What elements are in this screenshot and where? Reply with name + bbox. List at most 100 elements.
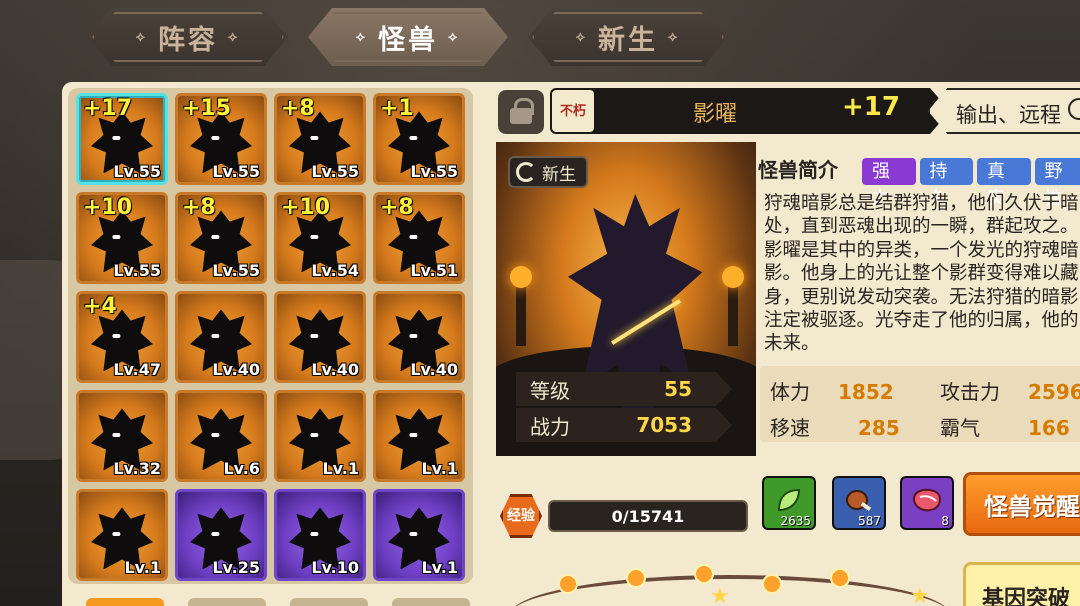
card-plus-level: +8 [380,195,414,220]
card-plus-level: +8 [281,96,315,121]
item-leaf[interactable]: 2635 [762,476,816,530]
item-meat[interactable]: 587 [832,476,886,530]
leaf-icon [777,488,801,512]
stat-value: 55 [664,377,692,401]
monster-card[interactable]: Lv.40 [274,291,366,383]
torch-icon [510,266,532,346]
tab-reborn[interactable]: ⟡ 新生 ⟡ [528,8,728,66]
attr-label: 移速 [770,416,810,440]
card-level: Lv.55 [113,162,161,181]
card-level: Lv.1 [322,459,359,478]
trait-tag[interactable]: 持久 [919,158,973,209]
monster-eye [409,234,418,239]
filter-tab-4[interactable] [392,598,470,606]
monster-card[interactable]: +8 Lv.55 [175,192,267,284]
monster-eye [310,432,319,437]
stat-value: 7053 [636,413,692,437]
trait-tag[interactable]: 野性 [1034,158,1080,209]
monster-eye [409,432,418,437]
monster-card[interactable]: +15 Lv.55 [175,93,267,185]
filter-tab-3[interactable] [290,598,368,606]
attr-label: 霸气 [940,416,980,440]
card-level: Lv.55 [212,261,260,280]
monster-eye [310,234,319,239]
card-level: Lv.40 [212,360,260,379]
monster-name: 影曜 [692,102,737,127]
tab-deco-right-icon: ⟡ [668,29,681,45]
monster-card[interactable]: Lv.10 [274,489,366,581]
tab-deco-right-icon: ⟡ [228,29,241,45]
item-count: 2635 [780,514,811,528]
card-plus-level: +8 [182,195,216,220]
monster-grid: +17 Lv.55 +15 Lv.55 +8 Lv.55 +1 Lv.55 +10 Lv.55 +8… [76,93,465,581]
reborn-tag[interactable]: 新生 [508,156,588,188]
monster-card[interactable]: +1 Lv.55 [373,93,465,185]
stat-level: 等级 55 [516,372,732,406]
filter-tab-1[interactable] [86,598,164,606]
monster-card[interactable]: +10 Lv.54 [274,192,366,284]
trait-tag[interactable]: 真实 [977,158,1031,209]
attr-value: 2596 [1028,380,1080,404]
attr-speed: 移速 285 [770,412,900,441]
monster-description: 狩魂暗影总是结群狩猎，他们久伏于暗处，直到恶魂出现的一瞬，群起攻之。影曜是其中的… [764,193,1079,355]
monster-plus-level: +17 [842,92,900,122]
monster-card[interactable]: Lv.6 [175,390,267,482]
roster-filter-tabs [86,598,470,606]
tab-deco-right-icon: ⟡ [448,29,461,45]
reborn-label: 新生 [542,164,576,185]
card-level: Lv.1 [421,459,458,478]
monster-awaken-button[interactable]: 怪兽觉醒 [963,472,1080,536]
card-level: Lv.10 [311,558,359,577]
monster-eye [112,135,121,140]
card-level: Lv.55 [311,162,359,181]
tab-lineup[interactable]: ⟡ 阵容 ⟡ [88,8,288,66]
exp-bar: 0/15741 [548,500,748,532]
tab-label: 新生 [598,24,658,56]
meat-icon [846,490,872,512]
tab-label: 阵容 [158,24,218,56]
attr-attack: 攻击力 2596 [940,376,1080,405]
monster-card[interactable]: Lv.1 [373,390,465,482]
attr-label: 体力 [770,380,810,404]
card-plus-level: +17 [83,96,133,121]
monster-card[interactable]: Lv.40 [373,291,465,383]
star-node [694,564,714,584]
intro-title: 怪兽简介 [758,158,838,182]
monster-card[interactable]: Lv.1 [76,489,168,581]
item-steak[interactable]: 8 [900,476,954,530]
monster-eye [211,234,220,239]
monster-card[interactable]: Lv.1 [274,390,366,482]
card-plus-level: +10 [281,195,331,220]
card-level: Lv.55 [212,162,260,181]
monster-eye [112,333,121,338]
tab-deco-left-icon: ⟡ [575,29,588,45]
monster-card[interactable]: Lv.25 [175,489,267,581]
torch-icon [722,266,744,346]
tab-deco-left-icon: ⟡ [135,29,148,45]
monster-card[interactable]: Lv.1 [373,489,465,581]
monster-card[interactable]: Lv.32 [76,390,168,482]
monster-card[interactable]: +4 Lv.47 [76,291,168,383]
monster-card[interactable]: +10 Lv.55 [76,192,168,284]
monster-card[interactable]: +8 Lv.51 [373,192,465,284]
attr-label: 攻击力 [940,380,1000,404]
star-node [830,568,850,588]
tab-label: 怪兽 [378,24,438,56]
monster-eye [112,531,121,536]
card-level: Lv.1 [421,558,458,577]
card-level: Lv.55 [410,162,458,181]
monster-card[interactable]: +8 Lv.55 [274,93,366,185]
trait-tag[interactable]: 强力 [862,158,916,209]
monster-eye [211,531,220,536]
gene-breakthrough-button[interactable]: 基因突破 [963,562,1080,606]
monster-card[interactable]: Lv.40 [175,291,267,383]
star-node [558,574,578,594]
tab-monsters[interactable]: ⟡ 怪兽 ⟡ [308,8,508,66]
star-icon: ★ [910,584,930,606]
tab-deco-left-icon: ⟡ [355,29,368,45]
monster-card[interactable]: +17 Lv.55 [76,93,168,185]
attr-value: 1852 [838,380,894,404]
lock-button[interactable] [498,90,544,134]
filter-tab-2[interactable] [188,598,266,606]
level-power-stats: 等级 55 战力 7053 [516,372,732,444]
